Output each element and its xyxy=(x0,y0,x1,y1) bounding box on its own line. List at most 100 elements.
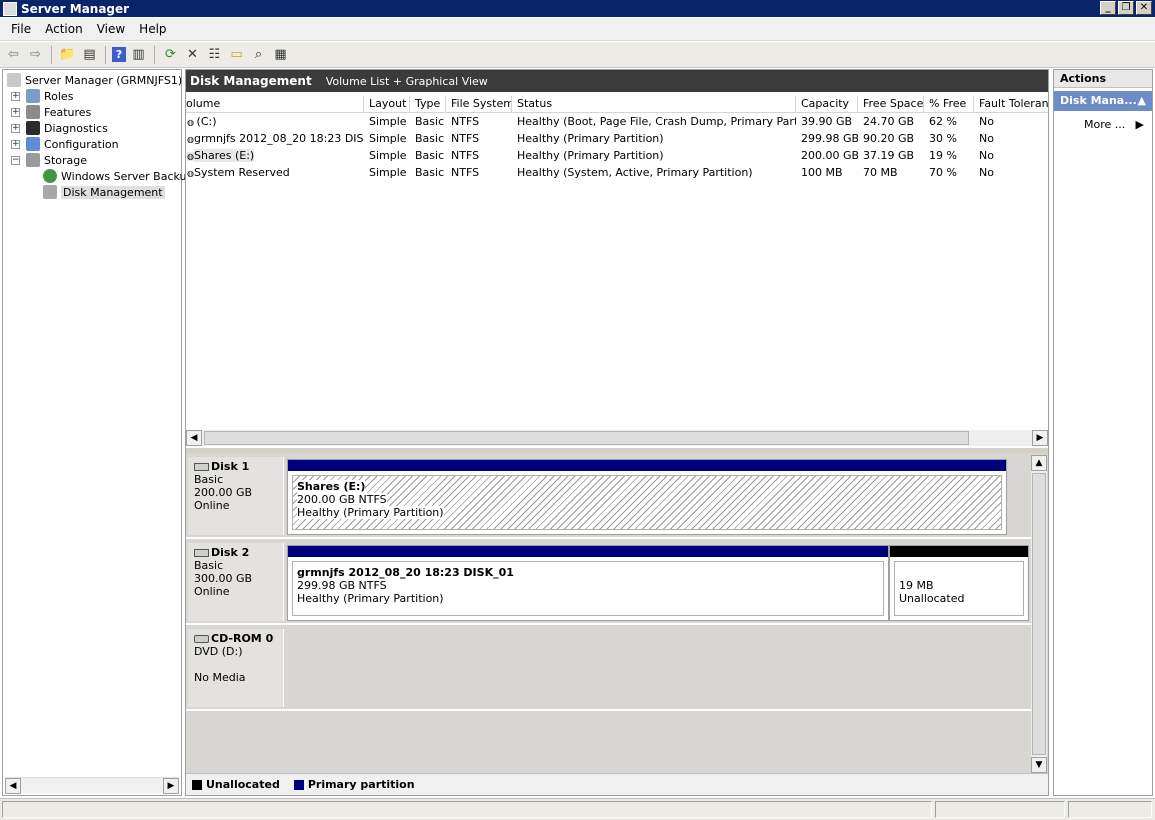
disk-status: Online xyxy=(194,499,230,512)
refresh-icon[interactable]: ⟳ xyxy=(161,45,180,64)
partition-grmnjfs[interactable]: grmnjfs 2012_08_20 18:23 DISK_01 299.98 … xyxy=(287,545,889,621)
tree-item-windows-server-backup[interactable]: Windows Server Backup xyxy=(43,168,194,184)
volume-cell: ◍grmnjfs 2012_08_20 18:23 DISK... xyxy=(186,130,364,147)
fault-tolerance-cell: No xyxy=(979,115,994,128)
menu-action[interactable]: Action xyxy=(38,22,90,36)
disk-management-pane: Disk Management Volume List + Graphical … xyxy=(185,69,1049,796)
pane-header: Disk Management Volume List + Graphical … xyxy=(186,70,1048,92)
tree-item-diagnostics[interactable]: + Diagnostics xyxy=(11,120,108,136)
partition-status: Healthy (Primary Partition) xyxy=(297,506,444,519)
tree-root[interactable]: Server Manager (GRMNJFS1) xyxy=(7,72,182,88)
pane-title: Disk Management xyxy=(190,74,312,88)
disk-size: 300.00 GB xyxy=(194,572,253,585)
open-icon[interactable]: ▭ xyxy=(227,45,246,64)
features-icon xyxy=(26,105,40,119)
table-row[interactable]: ◍ (C:) Simple Basic NTFS Healthy (Boot, … xyxy=(186,113,1048,130)
restore-button[interactable]: ❐ xyxy=(1118,1,1134,15)
scroll-right-icon[interactable]: ▶ xyxy=(1032,430,1048,446)
cd-rom-icon xyxy=(194,634,209,643)
partition-detail: 200.00 GB NTFS xyxy=(297,493,387,506)
file-system-cell: NTFS xyxy=(451,166,480,179)
disk-label[interactable]: Disk 2 Basic 300.00 GB Online xyxy=(188,543,284,621)
legend-swatch xyxy=(293,779,304,790)
column-header-layout[interactable]: Layout xyxy=(364,96,410,113)
expand-icon[interactable]: + xyxy=(11,107,20,117)
volume-list-header: olume Layout Type File System Status Cap… xyxy=(186,96,1048,113)
status-cell: Healthy (Primary Partition) xyxy=(517,132,664,145)
column-header-percent-free[interactable]: % Free xyxy=(924,96,974,113)
menu-view[interactable]: View xyxy=(90,22,132,36)
volume-cell: ◍System Reserved xyxy=(186,164,364,181)
partition-shares[interactable]: Shares (E:) 200.00 GB NTFS Healthy (Prim… xyxy=(287,459,1007,535)
disk-label[interactable]: Disk 1 Basic 200.00 GB Online xyxy=(188,457,284,535)
scroll-thumb[interactable] xyxy=(204,431,969,445)
help-icon[interactable]: ? xyxy=(112,47,126,62)
collapse-icon[interactable]: − xyxy=(11,155,20,165)
table-row[interactable]: ◍grmnjfs 2012_08_20 18:23 DISK... Simple… xyxy=(186,130,1048,147)
back-icon[interactable]: ⇦ xyxy=(4,45,23,64)
partition-body: Shares (E:) 200.00 GB NTFS Healthy (Prim… xyxy=(292,475,1002,530)
tree-item-roles[interactable]: + Roles xyxy=(11,88,73,104)
settings-icon[interactable]: ▦ xyxy=(271,45,290,64)
forward-icon[interactable]: ⇨ xyxy=(26,45,45,64)
search-icon[interactable]: ⌕ xyxy=(249,45,268,64)
expand-icon[interactable]: + xyxy=(11,123,20,133)
fault-tolerance-cell: No xyxy=(979,166,994,179)
delete-icon[interactable]: ✕ xyxy=(183,45,202,64)
tree-horizontal-scrollbar[interactable]: ◀ ▶ xyxy=(5,777,179,794)
tree-item-disk-management[interactable]: Disk Management xyxy=(43,184,165,200)
graphical-view-vertical-scrollbar[interactable]: ▲ ▼ xyxy=(1031,455,1047,773)
disk-name: Disk 2 xyxy=(211,546,250,559)
scroll-right-icon[interactable]: ▶ xyxy=(163,778,179,794)
toolbar-separator xyxy=(154,45,155,64)
column-header-type[interactable]: Type xyxy=(410,96,446,113)
show-hide-action-pane-icon[interactable]: ▥ xyxy=(129,45,148,64)
menu-file[interactable]: File xyxy=(4,22,38,36)
column-header-free-space[interactable]: Free Space xyxy=(858,96,924,113)
partition-unallocated[interactable]: 19 MB Unallocated xyxy=(889,545,1029,621)
scroll-left-icon[interactable]: ◀ xyxy=(5,778,21,794)
collapse-arrow-icon[interactable]: ▲ xyxy=(1138,91,1146,111)
up-folder-icon[interactable]: 📁 xyxy=(58,45,77,64)
capacity-cell: 299.98 GB xyxy=(801,132,858,145)
show-hide-tree-icon[interactable]: ▤ xyxy=(80,45,99,64)
column-header-file-system[interactable]: File System xyxy=(446,96,512,113)
primary-partition-bar xyxy=(288,546,888,557)
actions-section-disk-management[interactable]: Disk Mana... ▲ xyxy=(1054,91,1152,111)
column-header-status[interactable]: Status xyxy=(512,96,796,113)
status-cell-3 xyxy=(1068,801,1152,818)
disk-icon xyxy=(194,462,209,471)
scroll-up-icon[interactable]: ▲ xyxy=(1031,455,1047,471)
properties-icon[interactable]: ☷ xyxy=(205,45,224,64)
tree-item-configuration[interactable]: + Configuration xyxy=(11,136,119,152)
column-header-fault-tolerance[interactable]: Fault Toleranc xyxy=(974,96,1048,113)
scroll-thumb[interactable] xyxy=(1032,473,1046,755)
scroll-left-icon[interactable]: ◀ xyxy=(186,430,202,446)
tree-item-features[interactable]: + Features xyxy=(11,104,91,120)
column-header-capacity[interactable]: Capacity xyxy=(796,96,858,113)
disk-name: CD-ROM 0 xyxy=(211,632,274,645)
minimize-button[interactable]: _ xyxy=(1100,1,1116,15)
action-more[interactable]: More ... ▶ xyxy=(1054,116,1152,134)
tree-item-storage[interactable]: − Storage xyxy=(11,152,87,168)
tree-item-label: Storage xyxy=(44,153,88,167)
legend-item-primary: Primary partition xyxy=(293,778,415,791)
column-header-volume[interactable]: olume xyxy=(186,96,364,113)
capacity-cell: 100 MB xyxy=(801,166,843,179)
volume-cell: ◍Shares (E:) xyxy=(186,147,364,164)
volume-list-horizontal-scrollbar[interactable]: ◀ ▶ xyxy=(186,430,1048,446)
expand-icon[interactable]: + xyxy=(11,91,20,101)
menu-help[interactable]: Help xyxy=(132,22,173,36)
scroll-down-icon[interactable]: ▼ xyxy=(1031,757,1047,773)
close-button[interactable]: ✕ xyxy=(1136,1,1152,15)
tree-item-label: Disk Management xyxy=(61,185,165,199)
disk-label[interactable]: CD-ROM 0 DVD (D:) No Media xyxy=(188,629,284,707)
table-row[interactable]: ◍Shares (E:) Simple Basic NTFS Healthy (… xyxy=(186,147,1048,164)
type-cell: Basic xyxy=(415,149,445,162)
partition-detail: 299.98 GB NTFS xyxy=(297,579,387,592)
table-row[interactable]: ◍System Reserved Simple Basic NTFS Healt… xyxy=(186,164,1048,181)
expand-icon[interactable]: + xyxy=(11,139,20,149)
disk-row-cdrom: CD-ROM 0 DVD (D:) No Media xyxy=(186,627,1032,711)
tree-item-label: Roles xyxy=(44,89,74,103)
